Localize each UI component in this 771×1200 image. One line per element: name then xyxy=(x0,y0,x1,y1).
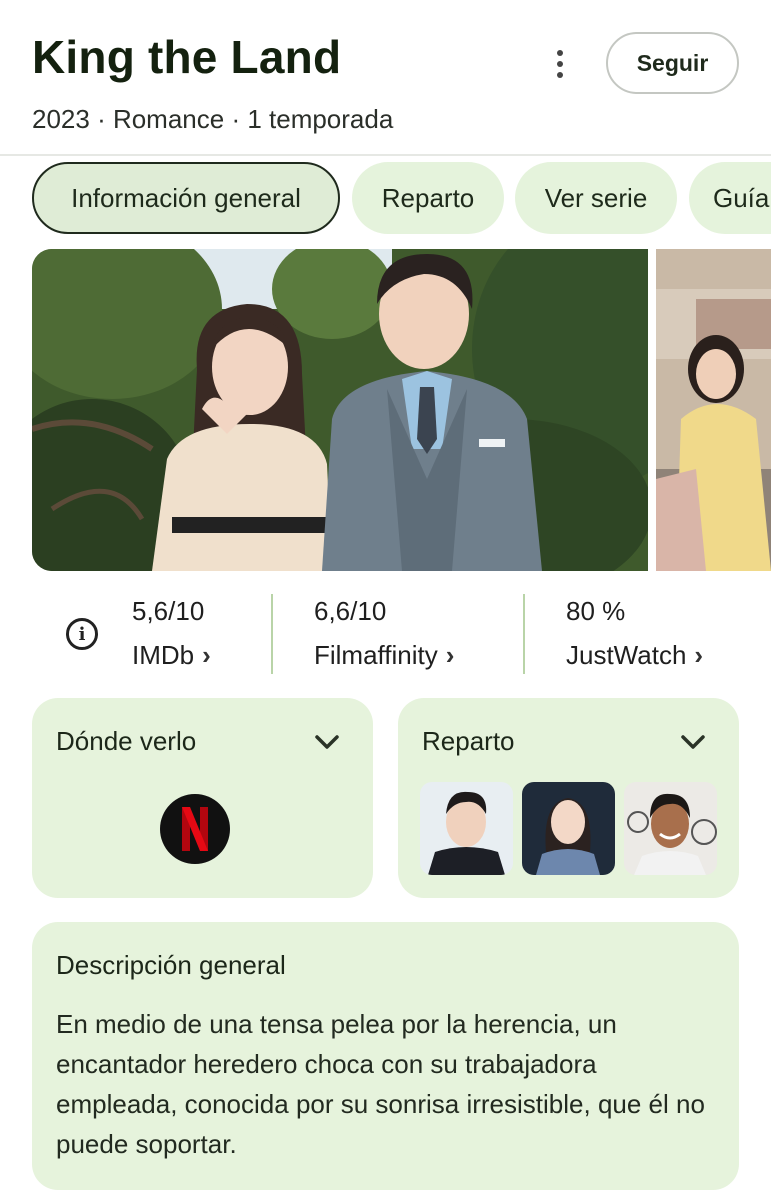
rating-source: IMDb › xyxy=(132,640,211,671)
divider xyxy=(271,594,273,674)
rating-source-label: IMDb xyxy=(132,640,195,670)
rating-filmaffinity[interactable]: 6,6/10 Filmaffinity › xyxy=(314,590,514,676)
tab-watch-series[interactable]: Ver serie xyxy=(515,162,677,234)
card-title: Reparto xyxy=(422,726,515,756)
follow-button[interactable]: Seguir xyxy=(606,32,739,94)
rating-source-label: Filmaffinity xyxy=(314,640,438,670)
main-promo-photo[interactable] xyxy=(32,249,648,571)
image-gallery xyxy=(32,249,771,571)
cast-avatar[interactable] xyxy=(420,782,513,875)
netflix-logo[interactable] xyxy=(160,794,230,864)
divider xyxy=(0,154,771,156)
description-title: Descripción general xyxy=(56,950,286,980)
chevron-down-icon[interactable] xyxy=(311,726,343,758)
tab-cast[interactable]: Reparto xyxy=(352,162,504,234)
chevron-right-icon: › xyxy=(202,640,211,670)
rating-score: 6,6/10 xyxy=(314,596,387,626)
page-subtitle: 2023 · Romance · 1 temporada xyxy=(32,104,394,134)
page-title: King the Land xyxy=(32,31,342,83)
secondary-promo-photo[interactable] xyxy=(656,249,771,571)
where-to-watch-card[interactable]: Dónde verlo xyxy=(32,698,373,898)
card-title: Dónde verlo xyxy=(56,726,197,756)
chevron-right-icon: › xyxy=(445,640,455,670)
rating-source-label: JustWatch xyxy=(566,640,687,670)
rating-justwatch[interactable]: 80 % JustWatch › xyxy=(566,590,736,676)
rating-imdb[interactable]: 5,6/10 IMDb › xyxy=(132,590,262,676)
rating-score: 80 % xyxy=(566,596,626,626)
tab-guide[interactable]: Guía xyxy=(689,162,771,234)
rating-source: JustWatch › xyxy=(566,640,703,671)
chevron-down-icon[interactable] xyxy=(677,726,709,758)
cast-avatar[interactable] xyxy=(624,782,717,875)
chevron-right-icon: › xyxy=(694,640,704,670)
tab-overview[interactable]: Información general xyxy=(32,162,340,234)
divider xyxy=(523,594,525,674)
more-vert-icon[interactable] xyxy=(540,44,580,84)
ratings-row: i 5,6/10 IMDb › 6,6/10 Filmaffinity › 80 %… xyxy=(32,590,739,676)
cast-avatar[interactable] xyxy=(522,782,615,875)
rating-score: 5,6/10 xyxy=(132,596,205,626)
cast-card[interactable]: Reparto xyxy=(398,698,739,898)
header: King the Land 2023 · Romance · 1 tempora… xyxy=(0,0,771,156)
tab-bar: Información general Reparto Ver serie Gu… xyxy=(32,162,771,234)
description-text: En medio de una tensa pelea por la heren… xyxy=(56,1009,705,1159)
info-icon[interactable]: i xyxy=(66,618,98,650)
description-card: Descripción general En medio de una tens… xyxy=(32,922,739,1190)
rating-source: Filmaffinity › xyxy=(314,640,454,671)
